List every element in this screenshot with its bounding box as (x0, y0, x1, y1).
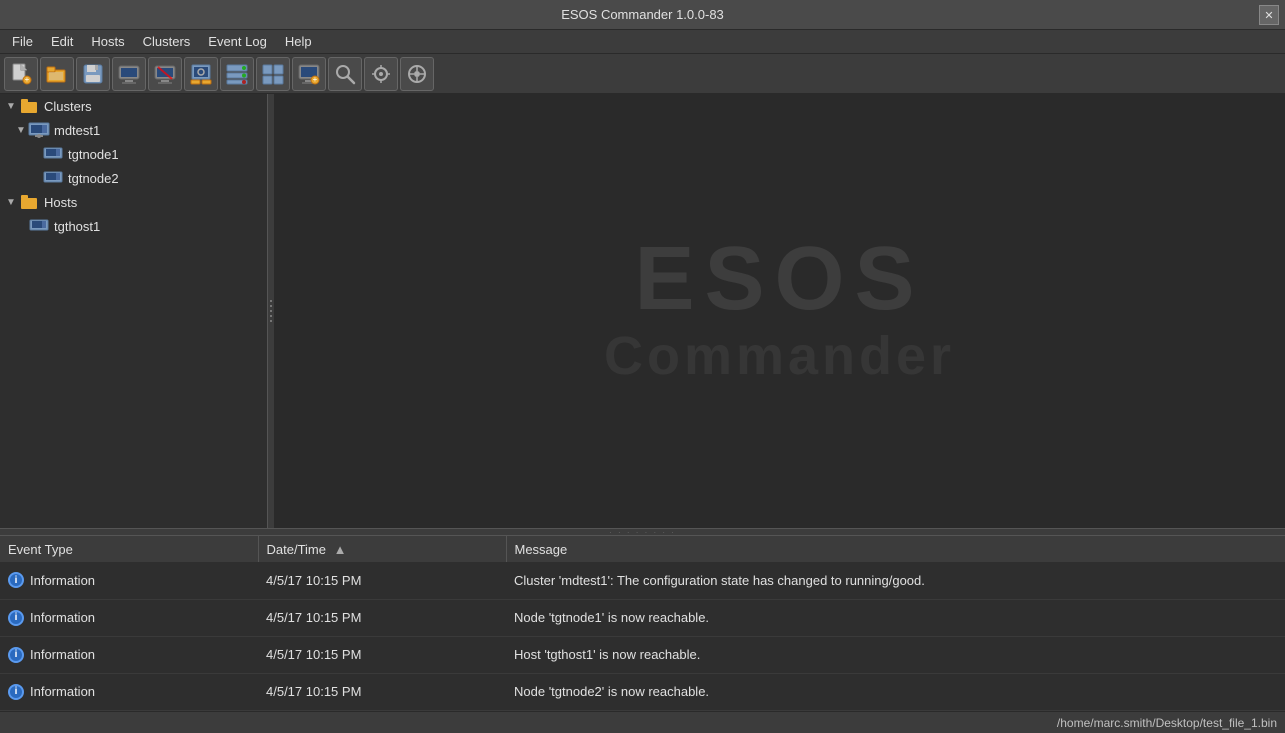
event-datetime-cell: 4/5/17 10:15 PM (258, 562, 506, 599)
main-area: ▼ Clusters ▼ mdtest1 ▶ tgtnode1 (0, 94, 1285, 711)
col-header-message[interactable]: Message (506, 536, 1285, 562)
menu-edit[interactable]: Edit (43, 32, 81, 51)
tree-tgtnode1[interactable]: ▶ tgtnode1 (0, 142, 267, 166)
table-row[interactable]: i Information 4/5/17 10:15 PM Host 'tgth… (0, 636, 1285, 673)
watermark-esos: ESOS (634, 234, 924, 324)
tree-hosts-label: Hosts (44, 195, 77, 210)
menu-bar: File Edit Hosts Clusters Event Log Help (0, 30, 1285, 54)
toolbar-view[interactable] (364, 57, 398, 91)
top-pane: ▼ Clusters ▼ mdtest1 ▶ tgtnode1 (0, 94, 1285, 528)
sort-indicator-datetime: ▲ (334, 542, 347, 557)
toolbar-save[interactable] (76, 57, 110, 91)
menu-help[interactable]: Help (277, 32, 320, 51)
svg-text:+: + (313, 75, 318, 84)
event-table: Event Type Date/Time ▲ Message i (0, 536, 1285, 711)
tree-mdtest1[interactable]: ▼ mdtest1 (0, 118, 267, 142)
info-icon: i (8, 647, 24, 663)
menu-hosts[interactable]: Hosts (83, 32, 132, 51)
toolbar-search[interactable] (328, 57, 362, 91)
toolbar: + + (0, 54, 1285, 94)
app-title: ESOS Commander 1.0.0-83 (561, 7, 724, 22)
col-header-datetime[interactable]: Date/Time ▲ (258, 536, 506, 562)
toggle-clusters[interactable]: ▼ (4, 101, 18, 112)
menu-eventlog[interactable]: Event Log (200, 32, 275, 51)
toggle-tgtnode1: ▶ (28, 149, 42, 160)
event-message-cell: Cluster 'mdtest1': The configuration sta… (506, 562, 1285, 599)
toolbar-nodes[interactable] (256, 57, 290, 91)
content-panel: ESOS Commander (274, 94, 1285, 528)
toggle-mdtest1[interactable]: ▼ (14, 125, 28, 136)
info-icon: i (8, 684, 24, 700)
toolbar-connect[interactable] (112, 57, 146, 91)
toggle-tgtnode2: ▶ (28, 173, 42, 184)
hosts-folder-icon (18, 193, 40, 211)
clusters-folder-icon (18, 97, 40, 115)
event-message-cell: Host 'tgthost1' is now reachable. (506, 636, 1285, 673)
watermark-commander: Commander (604, 324, 955, 389)
resize-dots (270, 300, 272, 322)
toolbar-cluster[interactable] (220, 57, 254, 91)
table-row[interactable]: i Information 4/5/17 10:15 PM Node 'tgtn… (0, 673, 1285, 710)
tgtnode2-icon (42, 169, 64, 187)
toolbar-hosts2[interactable]: + (292, 57, 326, 91)
status-bar: /home/marc.smith/Desktop/test_file_1.bin (0, 711, 1285, 733)
event-type-cell: i Information (0, 599, 258, 636)
event-type-cell: i Information (0, 636, 258, 673)
svg-text:+: + (25, 75, 30, 84)
tree-mdtest1-label: mdtest1 (54, 123, 100, 138)
menu-file[interactable]: File (4, 32, 41, 51)
event-datetime-cell: 4/5/17 10:15 PM (258, 673, 506, 710)
table-row[interactable]: i Information 4/5/17 10:15 PM Cluster 'm… (0, 562, 1285, 599)
table-header-row: Event Type Date/Time ▲ Message (0, 536, 1285, 562)
mdtest1-icon (28, 121, 50, 139)
toolbar-open[interactable] (40, 57, 74, 91)
event-type-cell: i Information (0, 562, 258, 599)
tree-clusters-root[interactable]: ▼ Clusters (0, 94, 267, 118)
info-icon: i (8, 572, 24, 588)
menu-clusters[interactable]: Clusters (135, 32, 199, 51)
status-text: /home/marc.smith/Desktop/test_file_1.bin (1057, 716, 1277, 730)
tree-tgthost1[interactable]: ▶ tgthost1 (0, 214, 267, 238)
toggle-tgthost1: ▶ (14, 221, 28, 232)
toolbar-log[interactable] (400, 57, 434, 91)
event-datetime-cell: 4/5/17 10:15 PM (258, 636, 506, 673)
event-message-cell: Node 'tgtnode1' is now reachable. (506, 599, 1285, 636)
title-bar: ESOS Commander 1.0.0-83 ✕ (0, 0, 1285, 30)
col-header-type[interactable]: Event Type (0, 536, 258, 562)
event-message-cell: Node 'tgtnode2' is now reachable. (506, 673, 1285, 710)
table-row[interactable]: i Information 4/5/17 10:15 PM Node 'tgtn… (0, 599, 1285, 636)
watermark: ESOS Commander (604, 234, 955, 389)
tree-clusters-label: Clusters (44, 99, 92, 114)
toolbar-new-doc[interactable]: + (4, 57, 38, 91)
event-log-panel: Event Type Date/Time ▲ Message i (0, 536, 1285, 711)
horizontal-resize-handle[interactable]: · · · · · · · · (0, 528, 1285, 536)
tgtnode1-icon (42, 145, 64, 163)
toolbar-config[interactable] (184, 57, 218, 91)
close-button[interactable]: ✕ (1259, 5, 1279, 25)
tree-tgtnode2-label: tgtnode2 (68, 171, 119, 186)
tree-tgtnode1-label: tgtnode1 (68, 147, 119, 162)
toolbar-disconnect[interactable] (148, 57, 182, 91)
info-icon: i (8, 610, 24, 626)
tree-hosts-root[interactable]: ▼ Hosts (0, 190, 267, 214)
tree-tgthost1-label: tgthost1 (54, 219, 100, 234)
event-datetime-cell: 4/5/17 10:15 PM (258, 599, 506, 636)
tree-panel[interactable]: ▼ Clusters ▼ mdtest1 ▶ tgtnode1 (0, 94, 268, 528)
tree-tgtnode2[interactable]: ▶ tgtnode2 (0, 166, 267, 190)
tgthost1-icon (28, 217, 50, 235)
toggle-hosts[interactable]: ▼ (4, 197, 18, 208)
event-type-cell: i Information (0, 673, 258, 710)
